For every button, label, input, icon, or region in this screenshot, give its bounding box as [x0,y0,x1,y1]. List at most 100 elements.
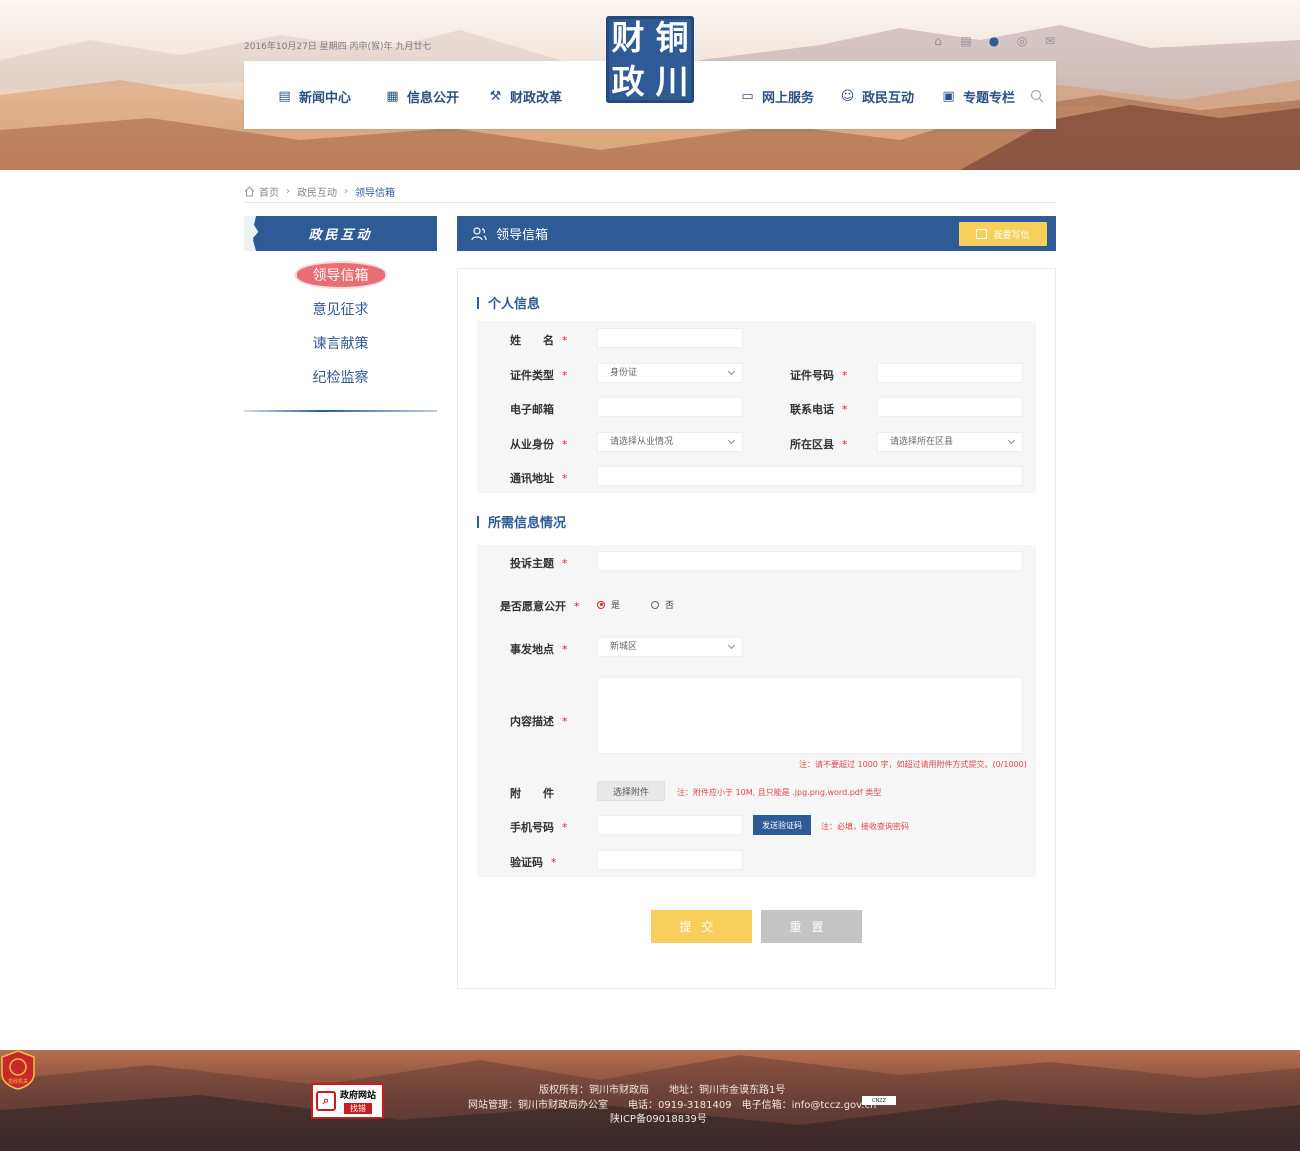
choose-file-button[interactable]: 选择附件 [597,781,665,801]
submit-button[interactable]: 提交 [651,910,752,943]
weibo-icon[interactable]: ◎ [1014,34,1030,48]
header-banner: 2016年10月27日 星期四 丙申(猴)年 九月廿七 ⌂ ▤ ● ◎ ✉ ▤ 新… [0,0,1300,170]
id-type-label: 证件类型 * [510,367,568,383]
required-mark: * [562,821,568,834]
public-label: 是否愿意公开 * [500,598,580,614]
label-text: 所在区县 [790,438,834,451]
breadcrumb-home[interactable]: 首页 [259,184,279,199]
district-select[interactable]: 请选择所在区县 [877,432,1023,452]
reset-button[interactable]: 重置 [761,910,862,943]
section-request-info-title: 所需信息情况 [477,512,566,531]
sidebar-item-advice[interactable]: 谏言献策 [244,326,437,360]
email-label: 电子邮箱 [510,401,554,417]
required-mark: * [562,643,568,656]
sidebar-divider [244,410,437,412]
content-textarea[interactable] [597,677,1023,754]
sidebar-item-discipline[interactable]: 纪检监察 [244,360,437,394]
write-letter-button[interactable]: 我要写信 [959,222,1047,246]
sidebar-item-opinion[interactable]: 意见征求 [244,292,437,326]
captcha-label: 验证码 * [510,854,557,870]
content-note: 注：请不要超过 1000 字，如超过请用附件方式提交。(0/1000) [799,760,1027,769]
people-icon: ☺ [840,89,855,104]
gov-site-error-report[interactable]: ⌕ 政府网站 找错 [311,1083,384,1119]
breadcrumb: 首页 › 政民互动 › 领导信箱 [244,184,395,199]
breadcrumb-level1[interactable]: 政民互动 [297,184,337,199]
breadcrumb-divider [244,202,1056,203]
nav-label: 网上服务 [762,91,815,106]
sidebar-menu: 领导信箱 意见征求 谏言献策 纪检监察 [244,258,437,394]
sidebar-item-label: 领导信箱 [296,263,385,287]
nav-item-service[interactable]: ▭ 网上服务 [740,87,814,106]
column-icon: ▣ [942,89,955,104]
required-mark: * [574,600,580,613]
label-text: 验证码 [510,856,543,869]
search-icon[interactable] [1030,89,1044,103]
required-mark: * [842,438,848,451]
mobile-note: 注：必填，接收查询密码 [821,822,909,831]
site-logo[interactable]: 财 铜 政 川 [606,16,694,103]
home-icon[interactable]: ⌂ [930,34,946,48]
nav-item-info[interactable]: ▦ 信息公开 [385,87,459,106]
address-input[interactable] [597,466,1023,486]
required-mark: * [562,334,568,347]
sidebar-item-leader-mailbox[interactable]: 领导信箱 [244,258,437,292]
logo-char: 川 [655,61,689,101]
section-personal-info-title: 个人信息 [477,293,540,312]
logo-char: 财 [611,18,645,57]
wechat-icon[interactable]: ● [986,34,1002,48]
required-mark: * [842,369,848,382]
location-select[interactable]: 新城区 [597,637,743,657]
news-icon: ▤ [278,89,291,104]
sidebar-title: 政民互动 [244,216,437,251]
subject-input[interactable] [597,551,1023,571]
location-label: 事发地点 * [510,641,568,657]
email-input[interactable] [597,397,743,417]
party-government-badge[interactable]: 党政机关 [0,1050,36,1090]
label-text: 证件号码 [790,369,834,382]
stats-badge[interactable]: CNZZ [862,1096,896,1105]
write-letter-label: 我要写信 [993,230,1030,241]
hammer-icon: ⚒ [489,89,502,104]
id-number-input[interactable] [877,363,1023,383]
chevron-right-icon: › [286,186,290,197]
district-label: 所在区县 * [790,436,848,452]
label-text: 电子邮箱 [510,403,554,416]
sidebar-item-label: 意见征求 [312,302,369,318]
label-text: 手机号码 [510,821,554,834]
mail-icon[interactable]: ✉ [1042,34,1058,48]
label-text: 附 件 [510,787,554,800]
label-text: 事发地点 [510,643,554,656]
badge-text: 党政机关 [8,1078,28,1085]
footer-copyright: 版权所有：铜川市财政局 地址：铜川市金谟东路1号 [539,1085,786,1096]
occupation-select[interactable]: 请选择从业情况 [597,432,743,452]
id-type-select[interactable]: 身份证 [597,363,743,383]
required-mark: * [842,403,848,416]
radio-label: 否 [665,601,675,611]
public-no-radio[interactable]: 否 [651,598,674,611]
phone-label: 联系电话 * [790,401,848,417]
nav-item-interaction[interactable]: ☺ 政民互动 [840,87,914,106]
gov-site-line2: 找错 [344,1103,372,1114]
chevron-right-icon: › [344,186,348,197]
required-mark: * [562,369,568,382]
label-text: 是否愿意公开 [500,600,566,613]
mobile-site-icon[interactable]: ▤ [958,34,974,48]
label-text: 投诉主题 [510,557,554,570]
name-input[interactable] [597,328,743,348]
name-label: 姓 名 * [510,332,568,348]
nav-label: 专题专栏 [963,91,1016,106]
footer-icp[interactable]: 陕ICP备09018839号 [610,1110,707,1125]
nav-item-reform[interactable]: ⚒ 财政改革 [488,87,562,106]
required-mark: * [562,557,568,570]
sidebar-item-label: 谏言献策 [312,336,369,352]
public-yes-radio[interactable]: 是 [597,598,620,611]
brush-stroke-decoration [244,216,263,251]
monitor-icon: ▭ [741,89,754,104]
nav-item-topics[interactable]: ▣ 专题专栏 [941,87,1015,106]
mobile-input[interactable] [597,815,743,835]
nav-item-news[interactable]: ▤ 新闻中心 [277,87,351,106]
send-code-button[interactable]: 发送验证码 [753,815,811,835]
captcha-input[interactable] [597,850,743,870]
required-mark: * [562,715,568,728]
phone-input[interactable] [877,397,1023,417]
